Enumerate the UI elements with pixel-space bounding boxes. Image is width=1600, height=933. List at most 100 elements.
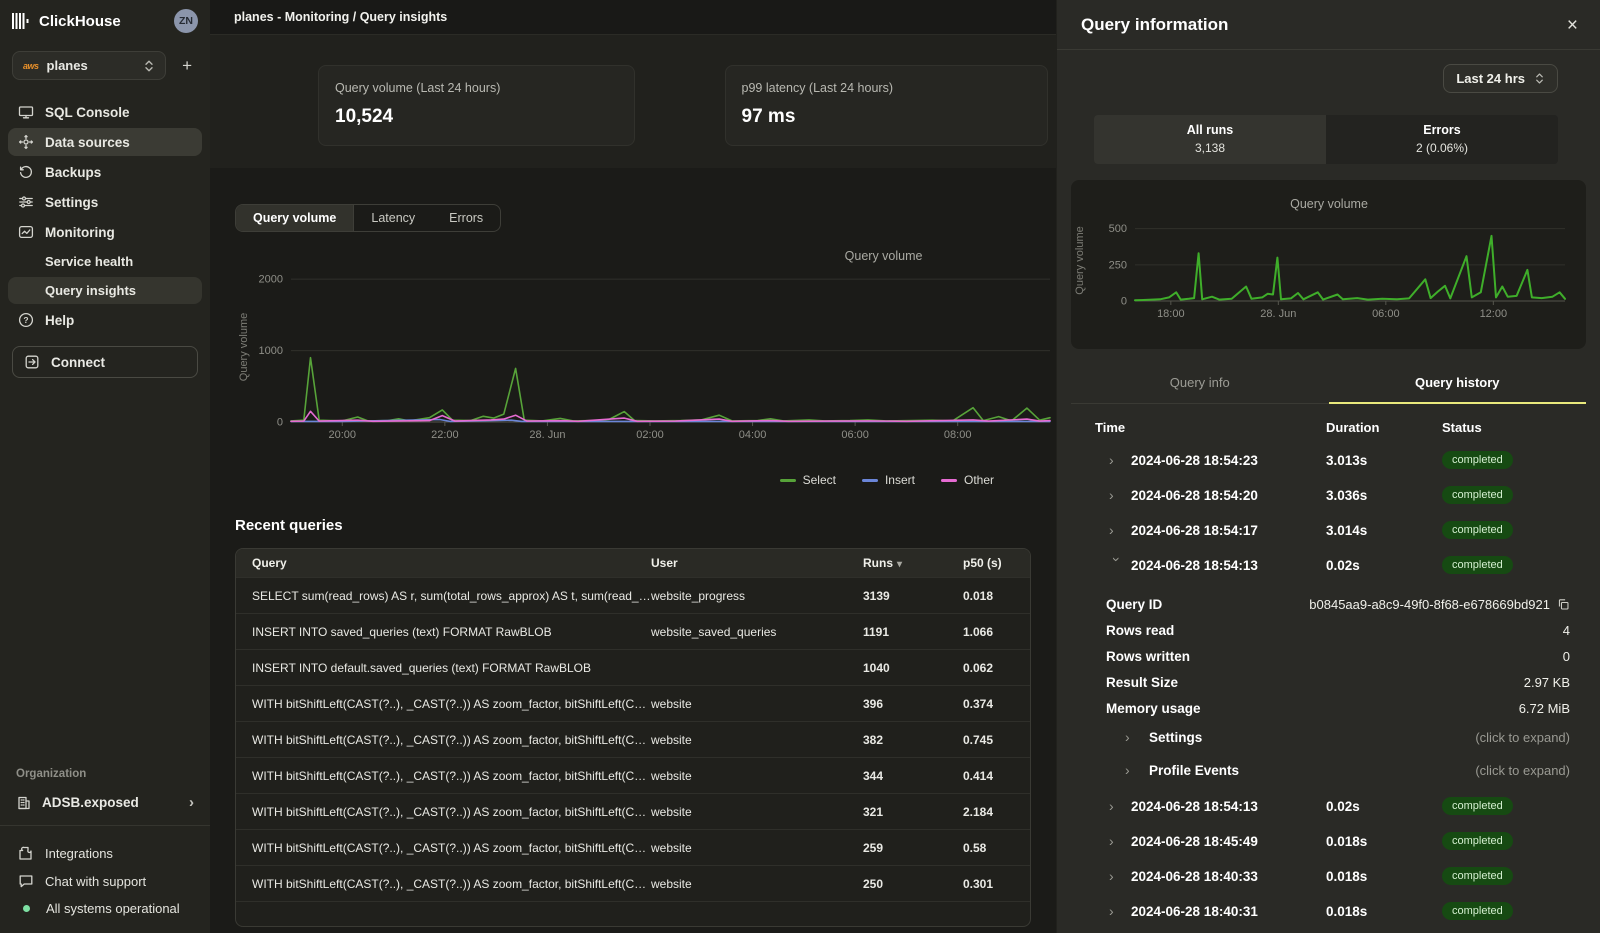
- legend-swatch: [862, 479, 878, 482]
- app-root: ClickHouse ZN aws planes + SQL Console D…: [0, 0, 1600, 933]
- service-selector[interactable]: aws planes: [12, 51, 166, 80]
- errors-toggle[interactable]: Errors 2 (0.06%): [1326, 115, 1558, 164]
- panel-tab[interactable]: Query history: [1329, 365, 1587, 404]
- status-dot-icon: [23, 905, 30, 912]
- legend-item[interactable]: Insert: [862, 473, 915, 487]
- chevron-right-icon: ›: [189, 794, 194, 811]
- connect-button[interactable]: Connect: [12, 346, 198, 378]
- chevron-right-icon[interactable]: ›: [1109, 903, 1125, 919]
- sidebar-item[interactable]: Monitoring: [8, 218, 202, 246]
- history-row[interactable]: › 2024-06-28 18:54:17 3.014s completed: [1095, 513, 1570, 548]
- legend-swatch: [780, 479, 796, 482]
- history-time: 2024-06-28 18:40:33: [1131, 869, 1258, 884]
- status-badge: completed: [1442, 867, 1513, 885]
- sidebar-item-help[interactable]: ? Help: [8, 306, 202, 334]
- legend-item[interactable]: Select: [780, 473, 836, 487]
- chevron-right-icon[interactable]: ›: [1109, 522, 1125, 538]
- legend-item[interactable]: Other: [941, 473, 994, 487]
- history-row[interactable]: › 2024-06-28 18:54:20 3.036s completed: [1095, 478, 1570, 513]
- column-header-runs[interactable]: Runs▾: [863, 556, 963, 570]
- runs-cell: 344: [863, 769, 963, 783]
- table-row[interactable]: INSERT INTO default.saved_queries (text)…: [236, 649, 1030, 685]
- add-service-button[interactable]: +: [178, 56, 196, 76]
- p50-cell: 0.58: [963, 841, 1030, 855]
- history-row[interactable]: › 2024-06-28 18:45:49 0.018s completed: [1095, 824, 1570, 859]
- sidebar-item-label: Data sources: [45, 135, 130, 150]
- table-row[interactable]: SELECT sum(read_rows) AS r, sum(total_ro…: [236, 577, 1030, 613]
- query-cell: WITH bitShiftLeft(CAST(?..), _CAST(?..))…: [236, 841, 651, 855]
- history-row[interactable]: › 2024-06-28 18:40:33 0.018s completed: [1095, 859, 1570, 894]
- chat-support-item[interactable]: Chat with support: [8, 868, 202, 894]
- p50-cell: 0.018: [963, 589, 1030, 603]
- svg-text:Query volume: Query volume: [845, 249, 923, 263]
- copy-icon[interactable]: [1557, 598, 1570, 611]
- svg-text:04:00: 04:00: [739, 429, 767, 441]
- runs-errors-toggle: All runs 3,138 Errors 2 (0.06%): [1094, 115, 1558, 164]
- chevron-right-icon[interactable]: ›: [1109, 868, 1125, 884]
- column-header-time: Time: [1095, 420, 1326, 435]
- sidebar-sub-item[interactable]: Service health: [8, 248, 202, 275]
- close-icon[interactable]: ×: [1567, 16, 1578, 35]
- column-header-duration: Duration: [1326, 420, 1442, 435]
- chart-tab[interactable]: Query volume: [236, 205, 354, 231]
- table-row[interactable]: WITH bitShiftLeft(CAST(?..), _CAST(?..))…: [236, 793, 1030, 829]
- chevron-right-icon[interactable]: ›: [1109, 452, 1125, 468]
- system-status-item[interactable]: All systems operational: [8, 896, 202, 921]
- help-icon: ?: [18, 312, 34, 328]
- expandable-label: Settings: [1149, 730, 1202, 745]
- data-sources-icon: [18, 134, 34, 150]
- history-row[interactable]: › 2024-06-28 18:54:23 3.013s completed: [1095, 443, 1570, 478]
- history-row[interactable]: › 2024-06-28 18:54:13 0.02s completed: [1095, 548, 1570, 583]
- help-label: Help: [45, 313, 74, 328]
- organization-icon: [16, 795, 32, 811]
- brand-name: ClickHouse: [39, 13, 121, 30]
- sidebar-item[interactable]: Data sources: [8, 128, 202, 156]
- expandable-section[interactable]: › Profile Events (click to expand): [1095, 754, 1570, 787]
- table-body: SELECT sum(read_rows) AS r, sum(total_ro…: [236, 577, 1030, 901]
- table-row[interactable]: WITH bitShiftLeft(CAST(?..), _CAST(?..))…: [236, 865, 1030, 901]
- svg-text:18:00: 18:00: [1157, 308, 1185, 320]
- query-cell: SELECT sum(read_rows) AS r, sum(total_ro…: [236, 589, 651, 603]
- chevron-right-icon[interactable]: ›: [1109, 487, 1125, 503]
- table-row[interactable]: WITH bitShiftLeft(CAST(?..), _CAST(?..))…: [236, 721, 1030, 757]
- table-row[interactable]: WITH bitShiftLeft(CAST(?..), _CAST(?..))…: [236, 829, 1030, 865]
- sidebar-item[interactable]: Settings: [8, 188, 202, 216]
- table-row[interactable]: INSERT INTO saved_queries (text) FORMAT …: [236, 613, 1030, 649]
- panel-tab[interactable]: Query info: [1071, 365, 1329, 403]
- chevron-right-icon[interactable]: ›: [1109, 798, 1125, 814]
- sidebar-item[interactable]: Backups: [8, 158, 202, 186]
- sidebar-item[interactable]: SQL Console: [8, 98, 202, 126]
- svg-text:500: 500: [1109, 223, 1127, 235]
- table-row[interactable]: WITH bitShiftLeft(CAST(?..), _CAST(?..))…: [236, 757, 1030, 793]
- chevron-right-icon[interactable]: ›: [1109, 833, 1125, 849]
- chart-tab[interactable]: Latency: [354, 205, 432, 231]
- detail-row: Query ID b0845aa9-a8c9-49f0-8f68-e678669…: [1095, 591, 1570, 617]
- chart-section: Query volume Latency Errors 01000200020:…: [210, 168, 1056, 487]
- integrations-item[interactable]: Integrations: [8, 840, 202, 866]
- p50-cell: 0.414: [963, 769, 1030, 783]
- user-cell: website: [651, 841, 863, 855]
- user-cell: website: [651, 877, 863, 891]
- table-row-partial[interactable]: [236, 901, 1030, 926]
- chart-tab[interactable]: Errors: [432, 205, 500, 231]
- all-runs-toggle[interactable]: All runs 3,138: [1094, 115, 1326, 164]
- panel-title: Query information: [1081, 15, 1228, 35]
- organization-row[interactable]: ADSB.exposed ›: [0, 788, 210, 825]
- runs-cell: 382: [863, 733, 963, 747]
- history-row[interactable]: › 2024-06-28 18:54:13 0.02s completed: [1095, 789, 1570, 824]
- table-header-row: Query User Runs▾ p50 (s): [236, 549, 1030, 577]
- sidebar-sub-item[interactable]: Query insights: [8, 277, 202, 304]
- system-status-label: All systems operational: [46, 901, 180, 916]
- chevron-right-icon[interactable]: ›: [1109, 557, 1125, 573]
- service-row: aws planes +: [0, 41, 210, 84]
- history-row[interactable]: › 2024-06-28 18:40:31 0.018s completed: [1095, 894, 1570, 929]
- history-rows-top: › 2024-06-28 18:54:23 3.013s completed ›…: [1095, 443, 1570, 583]
- sidebar-sub-item-label: Query insights: [45, 283, 136, 298]
- history-time: 2024-06-28 18:54:17: [1131, 523, 1258, 538]
- expandable-section[interactable]: › Settings (click to expand): [1095, 721, 1570, 754]
- user-avatar[interactable]: ZN: [174, 9, 198, 33]
- user-cell: website_saved_queries: [651, 625, 863, 639]
- sidebar-item-label: Settings: [45, 195, 98, 210]
- table-row[interactable]: WITH bitShiftLeft(CAST(?..), _CAST(?..))…: [236, 685, 1030, 721]
- time-range-select[interactable]: Last 24 hrs: [1443, 64, 1558, 93]
